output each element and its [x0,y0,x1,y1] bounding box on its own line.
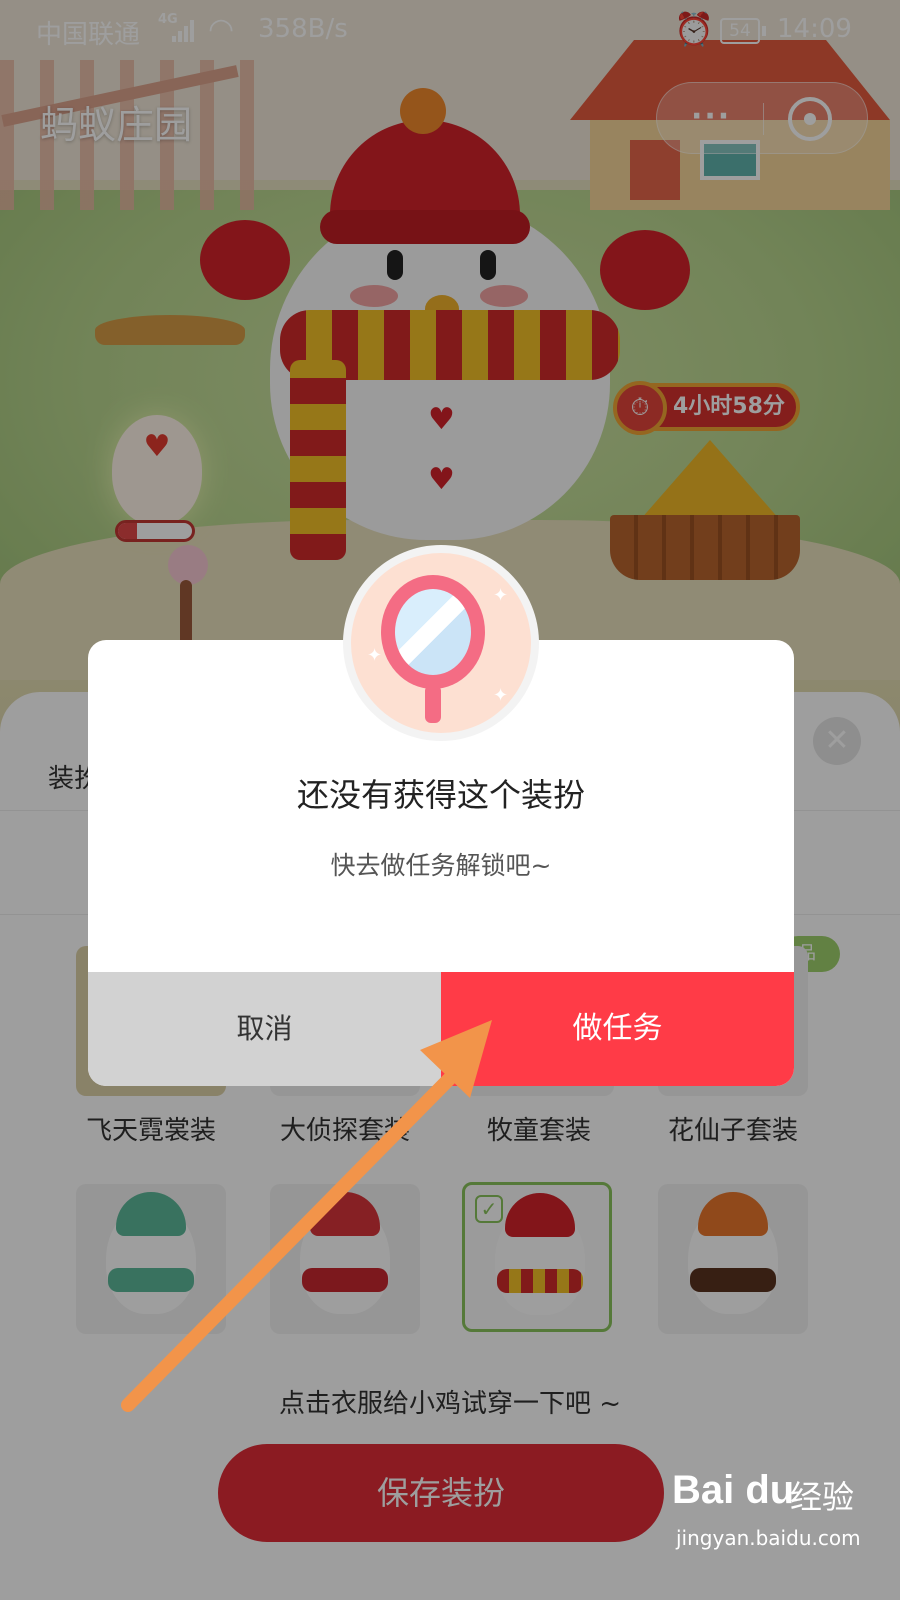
do-task-button[interactable]: 做任务 [441,972,794,1086]
sparkle-icon: ✦ [493,585,509,606]
dialog-title: 还没有获得这个装扮 [296,776,585,814]
sparkle-icon: ✦ [367,645,383,666]
watermark-logo: Bai du [672,1468,795,1512]
baidu-jingyan-watermark: Bai du 经验 jingyan.baidu.com [672,1468,872,1558]
sparkle-icon: ✦ [493,685,509,706]
mirror-glass [395,589,471,675]
watermark-url: jingyan.baidu.com [676,1526,861,1550]
watermark-jingyan: 经验 [790,1478,855,1516]
mirror-badge: ✦ ✦ ✦ [343,545,539,741]
mirror-handle [425,685,441,723]
cancel-button[interactable]: 取消 [88,972,441,1086]
dialog-message: 快去做任务解锁吧~ [330,851,552,880]
